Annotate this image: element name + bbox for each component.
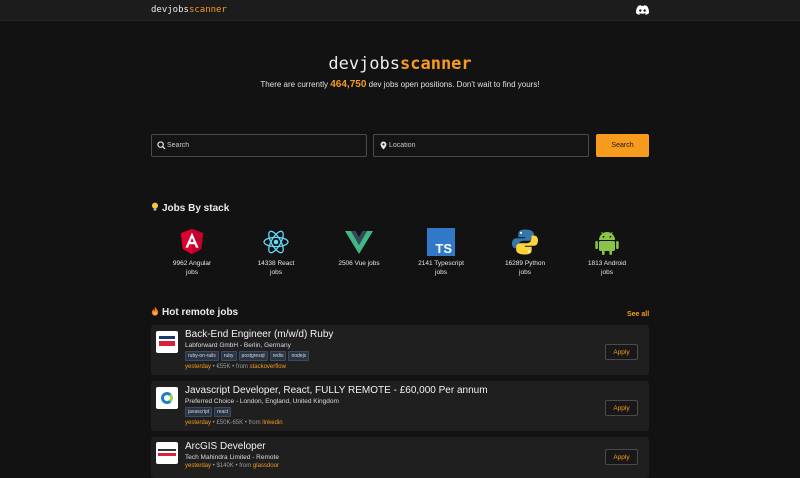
job-title[interactable]: ArcGIS Developer bbox=[185, 441, 266, 452]
stack-label: 16289 Python jobs bbox=[495, 259, 555, 277]
apply-button[interactable]: Apply bbox=[605, 344, 638, 360]
job-tag[interactable]: postgresql bbox=[238, 351, 268, 361]
stack-vue[interactable]: 2506 Vue jobs bbox=[319, 228, 399, 268]
stacks-heading: Jobs By stack bbox=[151, 202, 229, 214]
lightbulb-icon bbox=[151, 202, 159, 211]
job-source[interactable]: glassdoor bbox=[253, 463, 279, 469]
stack-angular[interactable]: 9962 Angular jobs bbox=[152, 228, 232, 277]
remote-title: Hot remote jobs bbox=[162, 307, 239, 318]
job-salary: • $140K • from bbox=[211, 463, 253, 469]
brand-suffix: scanner bbox=[188, 5, 227, 15]
python-logo-icon bbox=[512, 229, 538, 255]
react-logo-icon bbox=[263, 230, 289, 254]
stack-label-line1: 1813 Android bbox=[587, 260, 627, 267]
hero-subtitle-after: dev jobs open positions. Don't wait to f… bbox=[366, 80, 540, 89]
search-field bbox=[151, 134, 367, 157]
stack-label: 2141 Typescript jobs bbox=[411, 259, 471, 277]
stack-label-line1: 14338 React bbox=[257, 260, 295, 267]
vue-logo-icon bbox=[345, 231, 373, 254]
job-source[interactable]: linkedin bbox=[262, 420, 282, 426]
stack-typescript[interactable]: TS 2141 Typescript jobs bbox=[401, 228, 481, 277]
hero-subtitle-before: There are currently bbox=[260, 80, 331, 89]
stack-label-line1: 2141 Typescript bbox=[418, 260, 464, 267]
stack-label: 1813 Android jobs bbox=[577, 259, 637, 277]
see-all-link[interactable]: See all bbox=[627, 311, 649, 318]
job-meta: yesterday • €55K • from stackoverflow bbox=[185, 364, 286, 370]
stack-label: 14338 React jobs bbox=[246, 259, 306, 277]
hero-title-prefix: devjobs bbox=[328, 54, 400, 74]
location-input[interactable] bbox=[389, 135, 583, 156]
stack-label: 9962 Angular jobs bbox=[162, 259, 222, 277]
apply-button[interactable]: Apply bbox=[605, 400, 638, 416]
stack-label-line2: jobs bbox=[519, 269, 531, 276]
search-input[interactable] bbox=[167, 135, 361, 156]
stack-label-line1: 2506 Vue jobs bbox=[338, 260, 380, 267]
job-posted-time: yesterday bbox=[185, 420, 212, 426]
top-navbar: devjobsscanner bbox=[0, 0, 800, 21]
job-salary: • £50K-65K • from bbox=[211, 420, 263, 426]
job-count: 464,750 bbox=[330, 79, 367, 90]
company-logo bbox=[156, 442, 178, 464]
discord-icon[interactable] bbox=[636, 5, 649, 15]
stack-python[interactable]: 16289 Python jobs bbox=[485, 228, 565, 277]
stack-android[interactable]: 1813 Android jobs bbox=[567, 228, 647, 277]
hero-title: devjobsscanner bbox=[0, 54, 800, 74]
job-tags: javascript react bbox=[185, 407, 232, 417]
hero-title-suffix: scanner bbox=[400, 54, 472, 74]
company-logo bbox=[156, 331, 178, 353]
job-tag[interactable]: react bbox=[214, 407, 232, 417]
brand-logo[interactable]: devjobsscanner bbox=[151, 5, 227, 15]
stack-label-line2: jobs bbox=[186, 269, 198, 276]
job-company: Tech Mahindra Limited - Remote bbox=[185, 454, 279, 461]
search-icon bbox=[157, 141, 166, 150]
stack-label-line1: 9962 Angular bbox=[172, 260, 212, 267]
apply-button[interactable]: Apply bbox=[605, 449, 638, 465]
job-title[interactable]: Javascript Developer, React, FULLY REMOT… bbox=[185, 385, 488, 396]
svg-text:TS: TS bbox=[435, 241, 452, 256]
stack-react[interactable]: 14338 React jobs bbox=[236, 228, 316, 277]
location-pin-icon bbox=[380, 141, 387, 150]
stack-label-line2: jobs bbox=[435, 269, 447, 276]
company-logo bbox=[156, 387, 178, 409]
stack-label-line1: 16289 Python bbox=[504, 260, 546, 267]
location-field bbox=[373, 134, 589, 157]
job-title[interactable]: Back-End Engineer (m/w/d) Ruby bbox=[185, 329, 333, 340]
job-card[interactable]: Back-End Engineer (m/w/d) Ruby Labforwar… bbox=[151, 325, 649, 375]
stacks-title: Jobs By stack bbox=[162, 203, 230, 214]
typescript-logo-icon: TS bbox=[427, 228, 455, 256]
job-tag[interactable]: ruby bbox=[220, 351, 237, 361]
brand-prefix: devjobs bbox=[151, 5, 189, 15]
job-card[interactable]: ArcGIS Developer Tech Mahindra Limited -… bbox=[151, 437, 649, 478]
job-tags: ruby-on-rails ruby postgresql redis node… bbox=[185, 351, 310, 361]
job-tag[interactable]: nodejs bbox=[288, 351, 310, 361]
fire-icon bbox=[151, 306, 159, 316]
stack-label-line2: jobs bbox=[270, 269, 282, 276]
job-tag[interactable]: ruby-on-rails bbox=[185, 351, 219, 361]
job-posted-time: yesterday bbox=[185, 463, 212, 469]
job-meta: yesterday • £50K-65K • from linkedin bbox=[185, 420, 283, 426]
hero-subtitle: There are currently 464,750 dev jobs ope… bbox=[0, 79, 800, 90]
job-card[interactable]: Javascript Developer, React, FULLY REMOT… bbox=[151, 381, 649, 431]
job-company: Labforward GmbH - Berlin, Germany bbox=[185, 342, 291, 349]
angular-logo-icon bbox=[180, 228, 204, 255]
remote-heading: Hot remote jobs bbox=[151, 306, 238, 318]
job-tag[interactable]: javascript bbox=[185, 407, 213, 417]
job-salary: • €55K • from bbox=[211, 364, 250, 370]
job-tag[interactable]: redis bbox=[269, 351, 287, 361]
job-meta: yesterday • $140K • from glassdoor bbox=[185, 463, 279, 469]
job-company: Preferred Choice - London, England, Unit… bbox=[185, 398, 339, 405]
android-logo-icon bbox=[595, 231, 619, 255]
job-source[interactable]: stackoverflow bbox=[250, 364, 286, 370]
stack-label: 2506 Vue jobs bbox=[329, 259, 389, 268]
search-button[interactable]: Search bbox=[596, 134, 649, 157]
job-posted-time: yesterday bbox=[185, 364, 212, 370]
stack-label-line2: jobs bbox=[601, 269, 613, 276]
